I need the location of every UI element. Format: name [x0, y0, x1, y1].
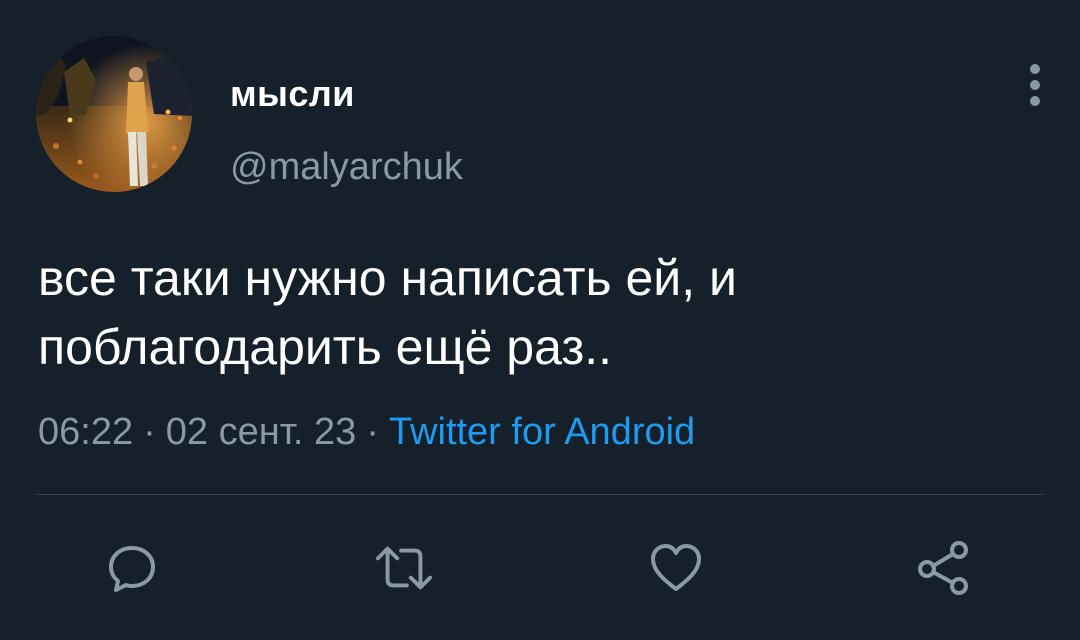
divider	[36, 494, 1044, 495]
tweet-text: все таки нужно написать ей, и поблагодар…	[38, 250, 737, 375]
tweet-time: 06:22	[38, 411, 134, 453]
user-handle[interactable]: @malyarchuk	[230, 144, 463, 190]
display-name[interactable]: мысли	[230, 72, 355, 116]
avatar-photo	[36, 36, 192, 192]
heart-icon	[651, 544, 701, 591]
reply-icon	[109, 546, 155, 592]
reply-button[interactable]	[102, 538, 162, 598]
more-vertical-icon	[1030, 64, 1040, 106]
tweet-meta: 06:22 · 02 сент. 23 · Twitter for Android	[38, 408, 695, 456]
share-icon	[918, 541, 968, 595]
retweet-button[interactable]	[374, 538, 434, 598]
like-button[interactable]	[646, 538, 706, 598]
tweet-date: 02 сент. 23	[165, 411, 357, 453]
meta-separator: ·	[143, 411, 156, 453]
tweet-source-link[interactable]: Twitter for Android	[389, 411, 695, 453]
retweet-icon	[375, 546, 433, 590]
share-button[interactable]	[914, 538, 974, 598]
tweet-card: мысли @malyarchuk все таки нужно написат…	[0, 0, 1080, 640]
more-options-button[interactable]	[1012, 56, 1058, 114]
avatar[interactable]	[36, 36, 192, 192]
meta-separator: ·	[366, 411, 379, 453]
